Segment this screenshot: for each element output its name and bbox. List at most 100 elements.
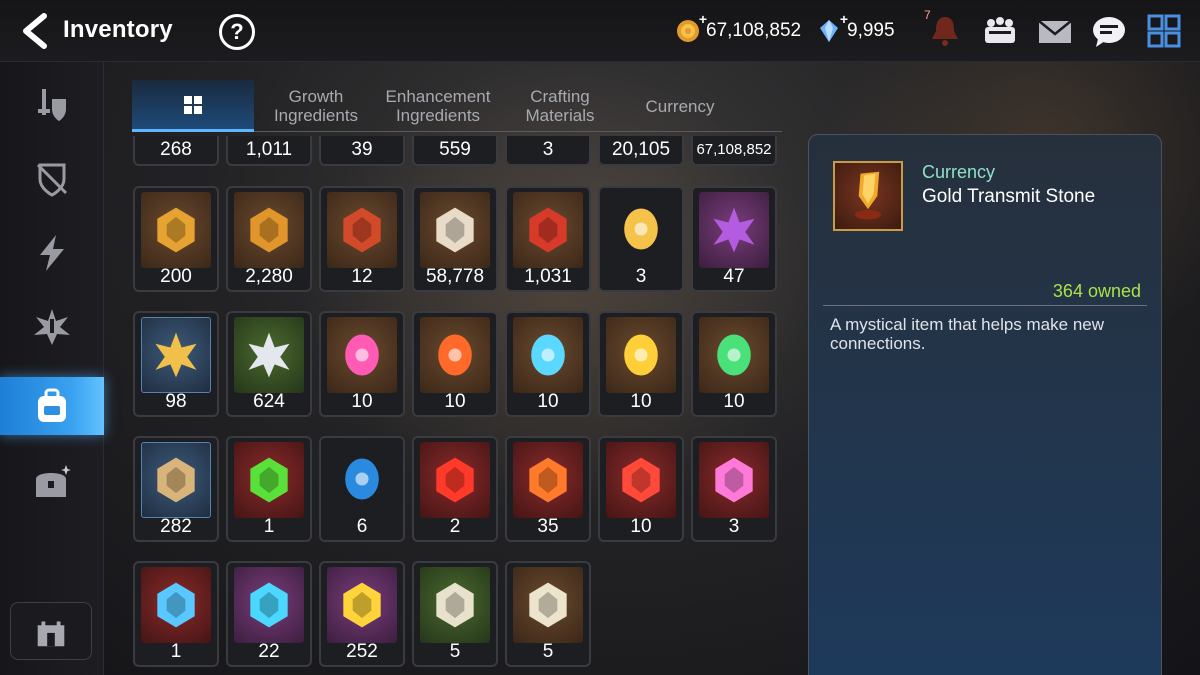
menu-button[interactable]: [1145, 13, 1183, 49]
item-slot[interactable]: 3: [691, 436, 777, 542]
nature-rune-icon: [699, 317, 769, 393]
red-stone-icon: [513, 442, 583, 518]
pink-rune-icon: [327, 317, 397, 393]
item-count: 282: [160, 516, 192, 537]
item-count: 47: [723, 266, 745, 287]
item-slot[interactable]: 10: [598, 311, 684, 417]
ginseng-root-icon: [141, 442, 211, 518]
item-slot[interactable]: 252: [319, 561, 405, 667]
chat-icon: [1093, 17, 1125, 47]
item-count: 3: [635, 266, 647, 287]
item-slot[interactable]: 282: [133, 436, 219, 542]
item-slot[interactable]: 22: [226, 561, 312, 667]
item-description: A mystical item that helps make new conn…: [830, 315, 1105, 353]
item-slot[interactable]: 3: [598, 186, 684, 292]
item-count: 252: [346, 641, 378, 662]
item-slot[interactable]: 35: [505, 436, 591, 542]
item-slot[interactable]: 10: [412, 311, 498, 417]
item-count: 10: [723, 391, 745, 412]
sidebar-item-inventory[interactable]: [0, 377, 104, 435]
white-hammer-stone-icon: [513, 567, 583, 643]
item-count: 10: [630, 391, 652, 412]
gold-plus-icon[interactable]: +: [699, 11, 707, 27]
fire-rune-icon: [420, 317, 490, 393]
gem-amount: 9,995: [847, 20, 895, 41]
item-slot[interactable]: 200: [133, 186, 219, 292]
back-button[interactable]: [18, 12, 50, 50]
back-arrow-icon: [23, 13, 47, 49]
item-count: 10: [630, 516, 652, 537]
artifact-shield-icon: [36, 163, 68, 197]
item-slot[interactable]: 2,280: [226, 186, 312, 292]
chat-button[interactable]: [1090, 13, 1128, 49]
item-slot[interactable]: 2: [412, 436, 498, 542]
castle-icon: [37, 621, 65, 647]
gold-currency[interactable]: + 67,108,852: [676, 11, 802, 43]
item-slot[interactable]: 1: [226, 436, 312, 542]
blue-orb-icon: [327, 444, 397, 514]
green-potion-icon: [234, 442, 304, 518]
guild-button[interactable]: [10, 602, 92, 660]
item-count: 6: [356, 516, 368, 537]
item-slot[interactable]: 624: [226, 311, 312, 417]
item-slot[interactable]: 5: [505, 561, 591, 667]
treasure-chest-icon: [36, 465, 71, 497]
item-grid: 200 2,280 12 58,778 1,031 3 47 98 624 10 10 10 10 10 2…: [132, 136, 782, 675]
tab-currency[interactable]: Currency: [624, 80, 736, 132]
item-slot[interactable]: 58,778: [412, 186, 498, 292]
top-bar: Inventory ? + 67,108,852 + 9,995 7: [0, 0, 1200, 62]
sidebar-item-artifacts[interactable]: [0, 150, 104, 208]
item-count: 10: [444, 391, 466, 412]
fist-badge-icon: [234, 192, 304, 268]
bell-icon: [932, 17, 958, 46]
help-button[interactable]: ?: [219, 14, 255, 50]
dark-star-stone-icon: [234, 567, 304, 643]
sidebar-item-equipment[interactable]: [0, 76, 104, 134]
item-slot[interactable]: 10: [319, 311, 405, 417]
tab-crafting-materials[interactable]: Crafting Materials: [508, 80, 612, 132]
item-count: 2,280: [245, 266, 293, 287]
party-button[interactable]: [981, 13, 1019, 49]
item-slot[interactable]: 98: [133, 311, 219, 417]
banner-icon: [327, 192, 397, 268]
light-rune-icon: [606, 317, 676, 393]
item-slot[interactable]: 1: [133, 561, 219, 667]
mail-button[interactable]: [1036, 13, 1074, 49]
item-count: 22: [258, 641, 280, 662]
gem-currency[interactable]: + 9,995: [817, 11, 895, 43]
tab-growth-ingredients[interactable]: Growth Ingredients: [260, 80, 372, 132]
party-icon: [985, 17, 1015, 43]
grid-icon: [184, 95, 202, 114]
silver-lotus-icon: [234, 317, 304, 393]
red-crystal-icon: [420, 442, 490, 518]
item-slot[interactable]: 47: [691, 186, 777, 292]
item-category: Currency: [922, 162, 996, 182]
owned-count: 364 owned: [1052, 281, 1141, 301]
item-count: 12: [351, 266, 373, 287]
sidebar-item-storage[interactable]: [0, 454, 104, 512]
item-count: 1: [263, 516, 275, 537]
tab-all[interactable]: [132, 80, 254, 132]
gold-hammer-stone-icon: [327, 567, 397, 643]
item-slot[interactable]: 6: [319, 436, 405, 542]
tab-enhancement-ingredients[interactable]: Enhancement Ingredients: [380, 80, 496, 132]
gold-transmit-stone-icon: [833, 161, 903, 231]
bell-button[interactable]: [926, 13, 964, 49]
gold-amount: 67,108,852: [706, 20, 802, 41]
item-count: 624: [253, 391, 285, 412]
equipment-shield-icon: [38, 89, 66, 121]
pink-flask-icon: [699, 442, 769, 518]
sidebar-item-materials[interactable]: [0, 224, 104, 282]
item-slot[interactable]: 10: [598, 436, 684, 542]
gem-plus-icon[interactable]: +: [840, 11, 848, 27]
chibi-portrait-icon: [606, 194, 676, 264]
item-slot[interactable]: 5: [412, 561, 498, 667]
item-slot[interactable]: 12: [319, 186, 405, 292]
gold-coin-icon: +: [676, 11, 707, 43]
item-count: 3: [728, 516, 740, 537]
item-slot[interactable]: 10: [505, 311, 591, 417]
item-slot[interactable]: 1,031: [505, 186, 591, 292]
item-slot[interactable]: 10: [691, 311, 777, 417]
sidebar-item-spirit[interactable]: [0, 298, 104, 356]
lightning-icon: [40, 235, 64, 271]
